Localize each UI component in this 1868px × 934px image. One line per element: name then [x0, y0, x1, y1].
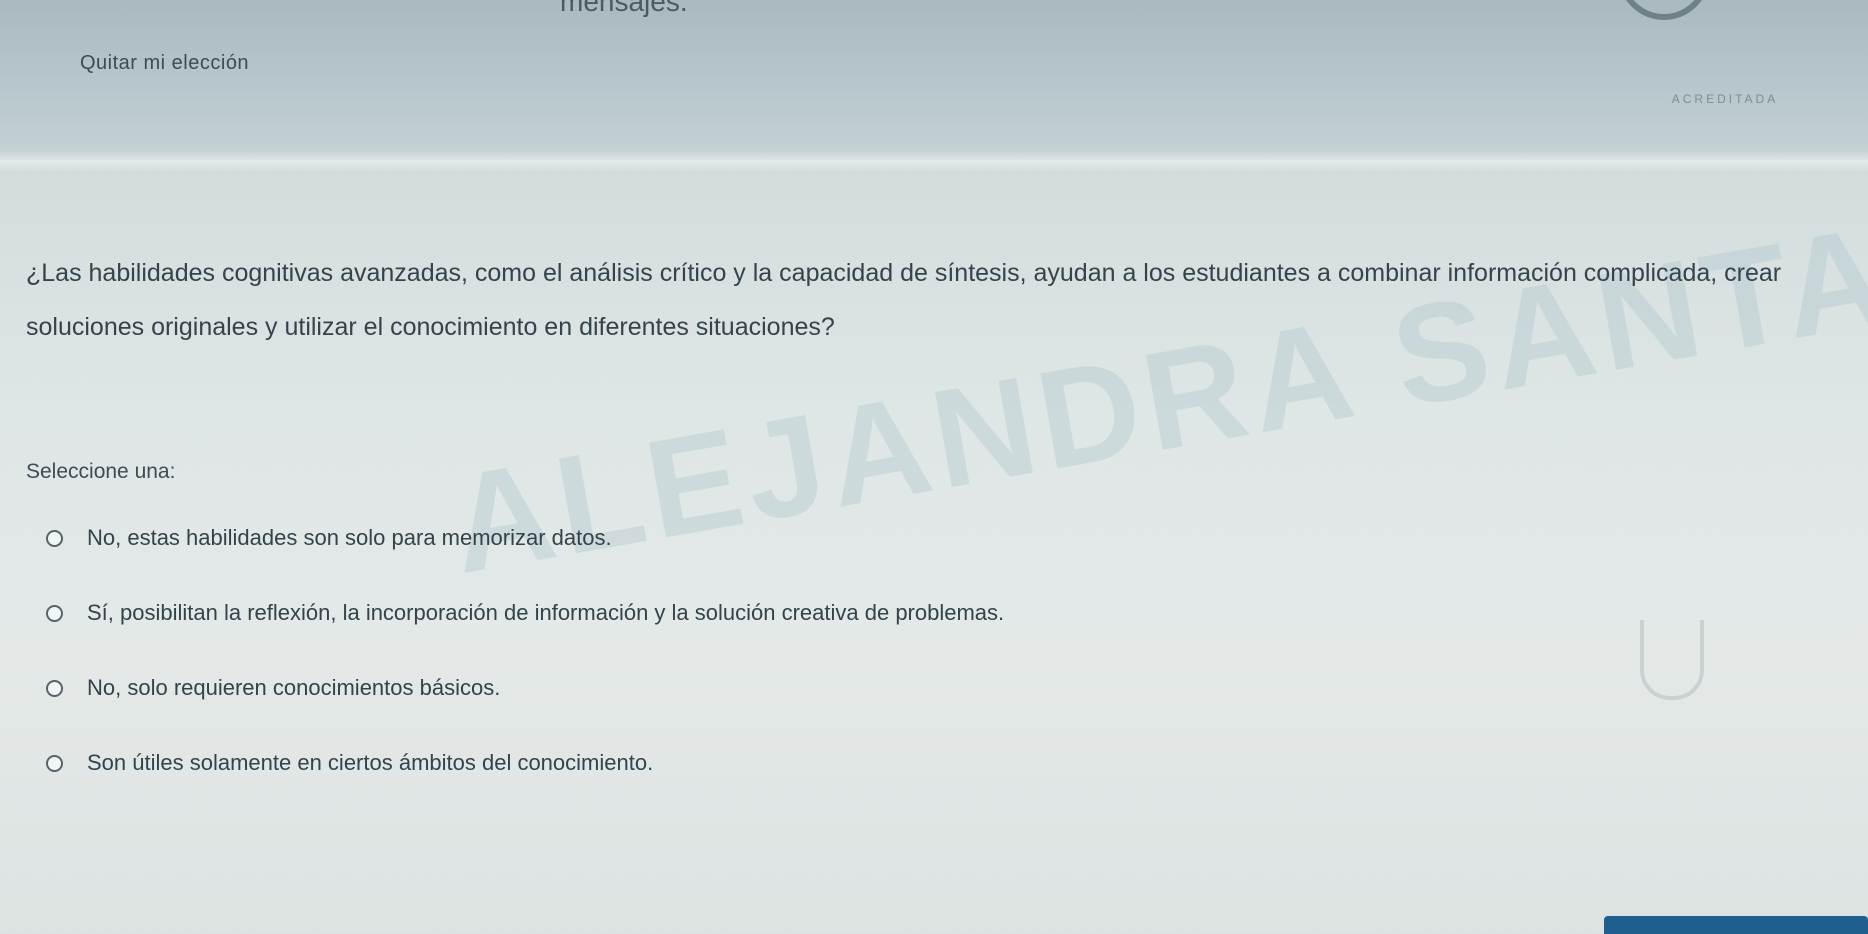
- side-logo-icon: [1640, 620, 1704, 700]
- select-one-label: Seleccione una:: [26, 460, 176, 483]
- header-band: [0, 0, 1868, 160]
- option-label: Son útiles solamente en ciertos ámbitos …: [87, 750, 654, 775]
- radio-icon[interactable]: [46, 604, 63, 622]
- option-2[interactable]: Sí, posibilitan la reflexión, la incorpo…: [46, 595, 1004, 631]
- accreditation-text: ACREDITADA: [1671, 92, 1779, 106]
- option-4[interactable]: Son útiles solamente en ciertos ámbitos …: [46, 745, 1004, 781]
- question-text: ¿Las habilidades cognitivas avanzadas, c…: [26, 259, 1782, 341]
- option-label: No, estas habilidades son solo para memo…: [87, 525, 612, 550]
- option-label: No, solo requieren conocimientos básicos…: [87, 675, 501, 700]
- radio-icon[interactable]: [46, 754, 63, 772]
- clear-choice-link[interactable]: Quitar mi elección: [80, 52, 249, 75]
- option-1[interactable]: No, estas habilidades son solo para memo…: [46, 520, 1004, 556]
- header-divider: [0, 150, 1868, 172]
- header-partial-text: mensajes.: [560, 0, 688, 17]
- next-page-button[interactable]: [1604, 916, 1868, 934]
- option-label: Sí, posibilitan la reflexión, la incorpo…: [87, 600, 1005, 625]
- radio-icon[interactable]: [46, 529, 63, 547]
- radio-icon[interactable]: [46, 679, 63, 697]
- answer-options: No, estas habilidades son solo para memo…: [46, 520, 1004, 820]
- option-3[interactable]: No, solo requieren conocimientos básicos…: [46, 670, 1004, 706]
